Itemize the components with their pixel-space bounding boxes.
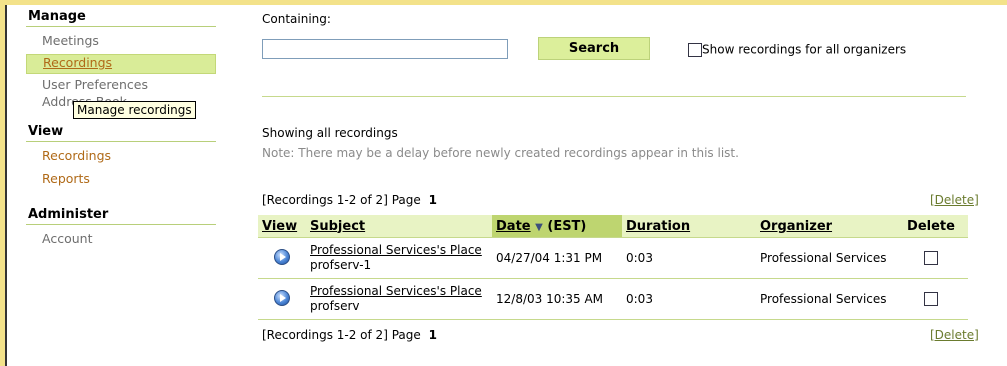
recordings-table: View Subject Date ▼ (EST) Duration Organ… — [258, 215, 968, 320]
subject-sub: profserv — [310, 299, 360, 313]
header-view[interactable]: View — [258, 215, 306, 238]
date-cell: 12/8/03 10:35 AM — [492, 278, 622, 320]
window-left-edge — [5, 5, 7, 366]
subject-link[interactable]: Professional Services's Place — [310, 243, 488, 258]
pager-top: [Recordings 1-2 of 2] Page 1 — [262, 193, 437, 207]
pager-bottom: [Recordings 1-2 of 2] Page 1 — [262, 328, 437, 342]
pager-text: [Recordings 1-2 of 2] Page — [262, 193, 421, 207]
sidebar-item-recordings[interactable]: Recordings — [26, 54, 216, 74]
view-cell — [258, 278, 306, 320]
delete-checkbox[interactable] — [924, 292, 938, 307]
sidebar-item-user-preferences[interactable]: User Preferences — [26, 76, 216, 93]
showing-text: Showing all recordings — [262, 126, 398, 140]
header-delete: Delete — [894, 215, 968, 238]
header-organizer[interactable]: Organizer — [756, 215, 894, 238]
duration-cell: 0:03 — [622, 278, 756, 320]
header-date-suffix: (EST) — [547, 218, 587, 234]
header-date-label[interactable]: Date — [496, 219, 531, 234]
show-all-organizers-checkbox[interactable] — [688, 42, 702, 57]
subject-cell: Professional Services's Place profserv — [306, 278, 492, 320]
show-all-organizers-label: Show recordings for all organizers — [702, 42, 907, 57]
section-title-view: View — [26, 123, 216, 142]
delete-link-top[interactable]: [Delete] — [930, 193, 979, 207]
pager-text: [Recordings 1-2 of 2] Page — [262, 328, 421, 342]
sidebar-item-meetings[interactable]: Meetings — [26, 31, 216, 54]
header-date[interactable]: Date ▼ (EST) — [492, 215, 622, 238]
sort-desc-icon: ▼ — [535, 221, 543, 233]
search-input[interactable] — [262, 39, 508, 59]
section-title-manage: Manage — [26, 8, 216, 27]
subject-cell: Professional Services's Place profserv-1 — [306, 237, 492, 279]
table-row: Professional Services's Place profserv 1… — [258, 278, 968, 320]
section-title-administer: Administer — [26, 206, 216, 225]
sidebar-item-view-recordings[interactable]: Recordings — [26, 146, 216, 169]
search-label: Containing: — [262, 12, 331, 26]
header-subject[interactable]: Subject — [306, 215, 492, 238]
organizer-cell: Professional Services — [756, 278, 894, 320]
play-icon[interactable] — [274, 248, 290, 265]
pager-page-number[interactable]: 1 — [429, 328, 437, 342]
organizer-cell: Professional Services — [756, 237, 894, 279]
delete-cell — [894, 237, 968, 279]
delete-cell — [894, 278, 968, 320]
play-icon[interactable] — [274, 289, 290, 306]
divider — [262, 96, 966, 97]
sidebar-item-reports[interactable]: Reports — [26, 169, 216, 192]
subject-link[interactable]: Professional Services's Place — [310, 284, 488, 299]
duration-cell: 0:03 — [622, 237, 756, 279]
pager-page-number[interactable]: 1 — [429, 193, 437, 207]
subject-sub: profserv-1 — [310, 258, 372, 272]
header-duration[interactable]: Duration — [622, 215, 756, 238]
window-top-border — [0, 0, 1007, 5]
delete-checkbox[interactable] — [924, 251, 938, 266]
delay-note: Note: There may be a delay before newly … — [262, 146, 739, 160]
show-all-organizers-option[interactable]: Show recordings for all organizers — [688, 42, 906, 57]
view-cell — [258, 237, 306, 279]
sidebar-item-account[interactable]: Account — [26, 229, 216, 252]
date-cell: 04/27/04 1:31 PM — [492, 237, 622, 279]
table-header-row: View Subject Date ▼ (EST) Duration Organ… — [258, 215, 968, 238]
table-row: Professional Services's Place profserv-1… — [258, 237, 968, 279]
search-button[interactable]: Search — [538, 37, 650, 60]
tooltip: Manage recordings — [73, 101, 196, 119]
sidebar: Manage Meetings Recordings User Preferen… — [26, 8, 216, 252]
delete-link-bottom[interactable]: [Delete] — [930, 328, 979, 342]
